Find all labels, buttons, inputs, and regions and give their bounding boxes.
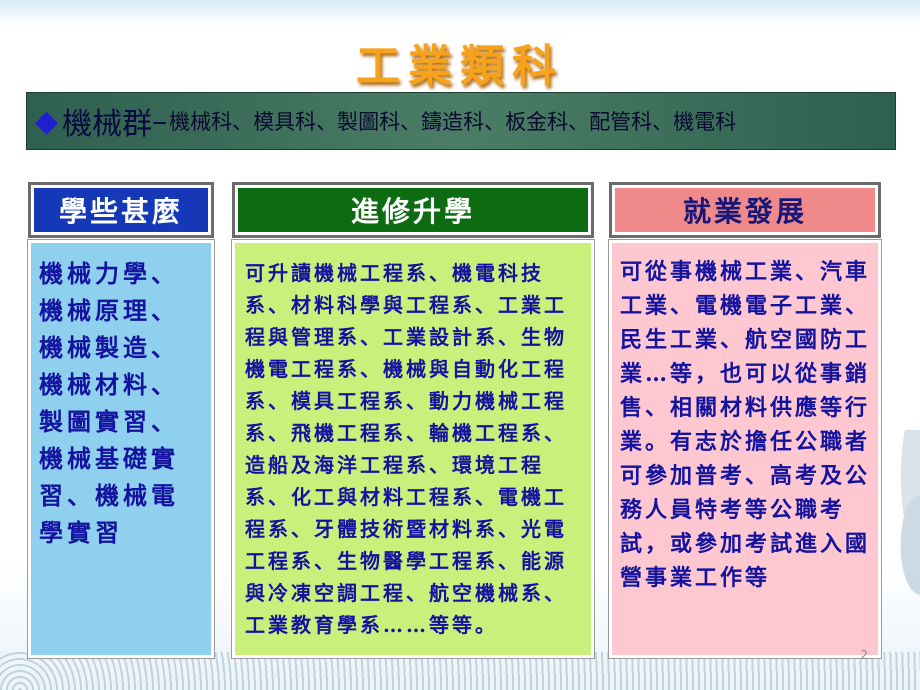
diamond-bullet-icon: ◆ <box>35 103 59 139</box>
column-header-career: 就業發展 <box>609 182 881 238</box>
banner-subjects: 機械科、模具科、製圖科、鑄造科、板金科、配管科、機電科 <box>169 110 737 134</box>
column-body-learn: 機械力學、機械原理、機械製造、機械材料、製圖實習、機械基礎實習、機械電學實習 <box>28 240 214 658</box>
column-header-learn: 學些甚麼 <box>28 182 214 238</box>
dragon-decoration <box>875 430 920 660</box>
slide-title: 工業類科 <box>356 41 564 92</box>
banner-heading: 機械群 <box>62 107 153 142</box>
category-banner: ◆ 機械群 – 機械科、模具科、製圖科、鑄造科、板金科、配管科、機電科 <box>26 92 896 150</box>
column-header-study: 進修升學 <box>232 182 594 238</box>
banner-separator: – <box>152 103 168 139</box>
column-body-study: 可升讀機械工程系、機電科技系、材料科學與工程系、工業工程與管理系、工業設計系、生… <box>232 240 594 658</box>
page-number: 2 <box>860 648 868 662</box>
column-body-career: 可從事機械工業、汽車工業、電機電子工業、民生工業、航空國防工業…等，也可以從事銷… <box>609 240 881 658</box>
